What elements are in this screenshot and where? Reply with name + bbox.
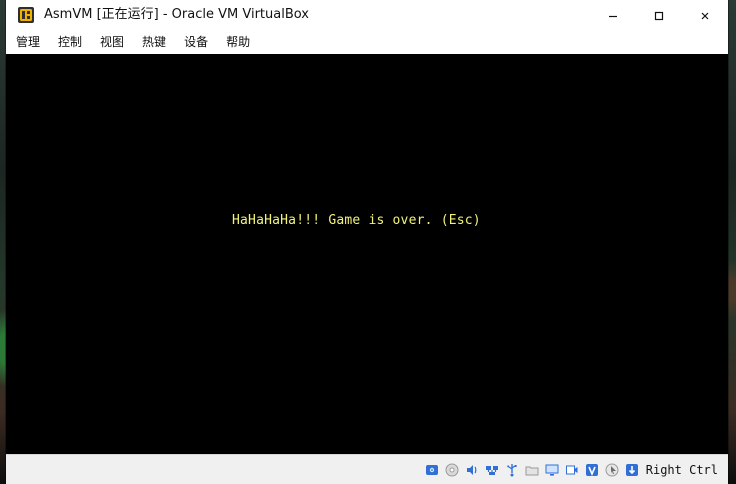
close-icon	[700, 6, 710, 25]
menu-item-devices[interactable]: 设备	[184, 30, 208, 54]
title-bar[interactable]: AsmVM [正在运行] - Oracle VM VirtualBox	[6, 0, 728, 30]
menu-item-control[interactable]: 控制	[58, 30, 82, 54]
window-controls	[590, 0, 728, 30]
hard-disk-icon[interactable]	[424, 462, 440, 478]
status-bar: Right Ctrl	[6, 454, 728, 484]
maximize-button[interactable]	[636, 0, 682, 30]
menu-item-hotkeys[interactable]: 热键	[142, 30, 166, 54]
audio-icon[interactable]	[464, 462, 480, 478]
vm-screen[interactable]: HaHaHaHa!!! Game is over. (Esc)	[6, 54, 728, 454]
vm-message: HaHaHaHa!!! Game is over. (Esc)	[232, 213, 481, 228]
minimize-icon	[608, 6, 618, 25]
shared-folders-icon[interactable]	[524, 462, 540, 478]
minimize-button[interactable]	[590, 0, 636, 30]
window-title: AsmVM [正在运行] - Oracle VM VirtualBox	[44, 7, 309, 22]
virtualbox-icon	[16, 5, 36, 25]
virtualization-icon[interactable]	[584, 462, 600, 478]
maximize-icon	[654, 6, 664, 25]
mouse-integration-icon[interactable]	[604, 462, 620, 478]
optical-drive-icon[interactable]	[444, 462, 460, 478]
keyboard-capture-icon[interactable]	[624, 462, 640, 478]
menu-item-view[interactable]: 视图	[100, 30, 124, 54]
network-icon[interactable]	[484, 462, 500, 478]
host-key-indicator: Right Ctrl	[645, 462, 718, 477]
menu-bar: 管理 控制 视图 热键 设备 帮助	[6, 30, 728, 55]
usb-icon[interactable]	[504, 462, 520, 478]
close-button[interactable]	[682, 0, 728, 30]
menu-item-manage[interactable]: 管理	[16, 30, 40, 54]
video-capture-icon[interactable]	[564, 462, 580, 478]
virtualbox-window: AsmVM [正在运行] - Oracle VM VirtualBox 管理 控…	[6, 0, 728, 484]
status-icons	[424, 462, 640, 478]
display-icon[interactable]	[544, 462, 560, 478]
menu-item-help[interactable]: 帮助	[226, 30, 250, 54]
